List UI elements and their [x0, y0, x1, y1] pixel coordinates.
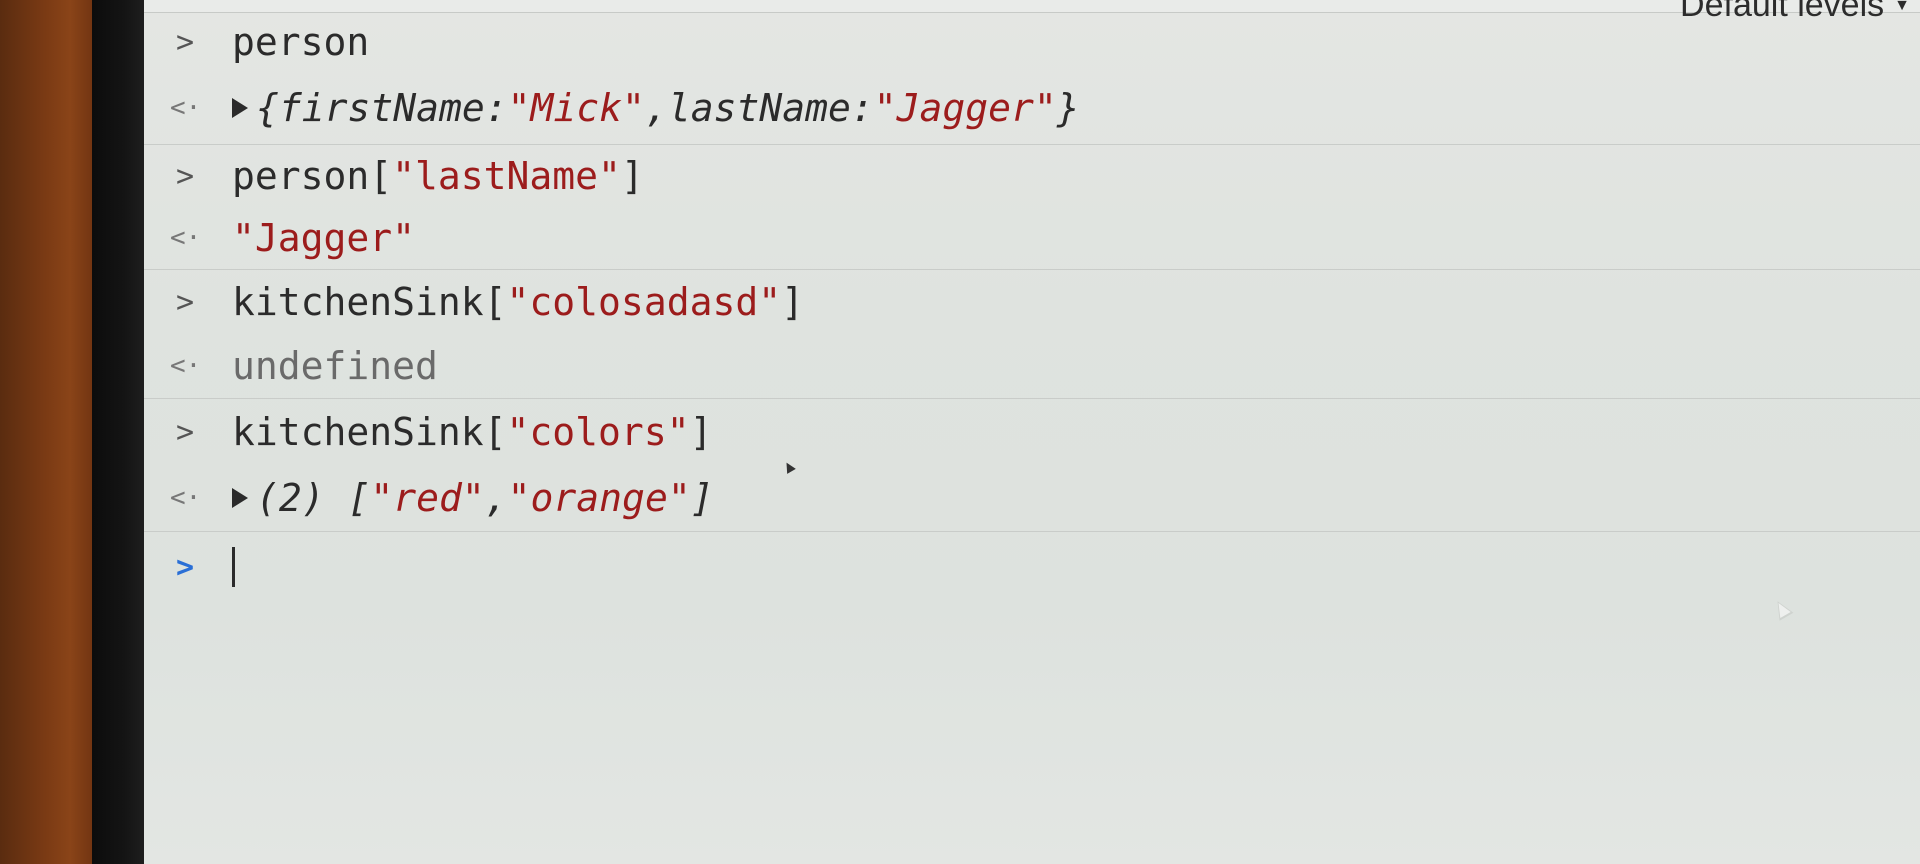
console-input-text[interactable]: person: [232, 20, 369, 64]
array-separator: ,: [484, 476, 508, 520]
expand-triangle-icon[interactable]: [232, 488, 248, 508]
console-prompt-row[interactable]: >: [144, 532, 1920, 602]
console-input-row: > person[ "lastName" ]: [144, 145, 1920, 207]
code-text: kitchenSink[: [232, 410, 507, 454]
console-result-row: <· undefined: [144, 334, 1920, 399]
input-prompt-icon: >: [175, 414, 195, 450]
code-text: ]: [620, 154, 644, 198]
object-value-firstname: "Mick": [507, 86, 645, 130]
console-input-row: > kitchenSink[ "colosadasd" ]: [144, 270, 1920, 334]
active-prompt-icon: >: [175, 549, 195, 585]
expand-triangle-icon[interactable]: [232, 98, 248, 118]
result-value: "Jagger": [232, 216, 416, 260]
object-separator: ,: [644, 86, 668, 130]
object-value-lastname: "Jagger": [873, 86, 1057, 130]
code-text: ]: [689, 410, 713, 454]
result-prompt-icon: <·: [170, 93, 202, 123]
object-close-brace: }: [1056, 86, 1080, 130]
array-preview[interactable]: (2) [ "red" , "orange" ]: [232, 476, 714, 520]
array-count: (2) [: [256, 476, 371, 520]
object-key-firstname: firstName:: [278, 86, 508, 130]
console-input-row: > person: [144, 12, 1920, 72]
object-preview[interactable]: { firstName: "Mick" , lastName: "Jagger"…: [232, 86, 1080, 130]
array-item-red: "red": [370, 476, 485, 520]
console-input-text[interactable]: kitchenSink[ "colors" ]: [232, 410, 712, 454]
input-prompt-icon: >: [175, 24, 195, 60]
object-key-lastname: lastName:: [667, 86, 874, 130]
console-input-row: > kitchenSink[ "colors" ]: [144, 399, 1920, 465]
monitor-bezel: [92, 0, 146, 864]
code-text: ]: [781, 280, 804, 324]
devtools-console-panel: Default levels ▼ > person <· { firstName…: [144, 0, 1920, 864]
input-prompt-icon: >: [175, 284, 195, 320]
string-literal: "lastName": [392, 154, 621, 198]
result-prompt-icon: <·: [170, 223, 202, 253]
string-literal: "colosadasd": [506, 280, 782, 324]
array-item-orange: "orange": [507, 476, 691, 520]
console-input-text[interactable]: kitchenSink[ "colosadasd" ]: [232, 280, 804, 324]
console-input-field[interactable]: [232, 547, 235, 587]
console-result-row: <· { firstName: "Mick" , lastName: "Jagg…: [144, 72, 1920, 145]
desk-background: [0, 0, 100, 864]
string-literal: "colors": [506, 410, 690, 454]
input-prompt-icon: >: [175, 158, 195, 194]
array-close: ]: [690, 476, 714, 520]
text-cursor: [232, 547, 235, 587]
code-text: person[: [232, 154, 393, 198]
console-output: > person <· { firstName: "Mick" , lastNa…: [144, 12, 1920, 602]
console-result-row: <· (2) [ "red" , "orange" ]: [144, 465, 1920, 532]
result-prompt-icon: <·: [170, 351, 202, 381]
result-value: undefined: [232, 344, 438, 388]
object-open-brace: {: [256, 86, 279, 130]
console-input-text[interactable]: person[ "lastName" ]: [232, 154, 644, 198]
result-prompt-icon: <·: [170, 483, 202, 513]
console-result-row: <· "Jagger": [144, 207, 1920, 270]
code-text: kitchenSink[: [232, 280, 507, 324]
